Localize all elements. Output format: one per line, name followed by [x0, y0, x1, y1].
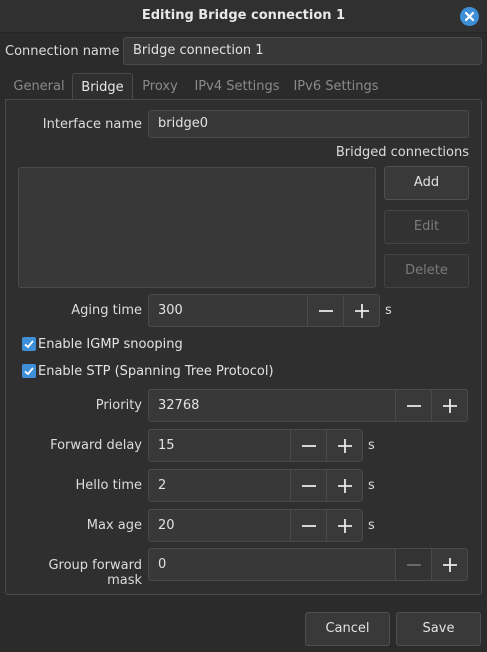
- forward-delay-unit: s: [368, 438, 375, 453]
- checkmark-icon: [24, 367, 34, 376]
- checkmark-icon: [24, 340, 34, 349]
- max-age-increment-button[interactable]: [326, 509, 363, 542]
- max-age-unit: s: [368, 518, 375, 533]
- interface-name-label: Interface name: [42, 117, 142, 132]
- minus-icon: [302, 445, 316, 447]
- tab-general[interactable]: General: [8, 73, 70, 100]
- group-forward-mask-decrement-button[interactable]: [395, 548, 432, 581]
- igmp-snooping-checkbox[interactable]: [22, 337, 36, 351]
- max-age-input[interactable]: 20: [148, 509, 291, 542]
- priority-decrement-button[interactable]: [395, 389, 432, 422]
- max-age-label: Max age: [86, 518, 142, 533]
- group-forward-mask-label: Group forward mask: [48, 558, 142, 588]
- bridged-connections-list[interactable]: [18, 167, 376, 288]
- forward-delay-input[interactable]: 15: [148, 429, 291, 462]
- tab-ipv4-settings[interactable]: IPv4 Settings: [190, 73, 284, 100]
- save-button[interactable]: Save: [396, 612, 481, 646]
- plus-icon: [443, 399, 457, 413]
- group-forward-mask-input[interactable]: 0: [148, 548, 396, 581]
- igmp-snooping-label[interactable]: Enable IGMP snooping: [38, 337, 183, 352]
- minus-icon: [407, 405, 421, 407]
- forward-delay-decrement-button[interactable]: [290, 429, 327, 462]
- hello-time-decrement-button[interactable]: [290, 469, 327, 502]
- plus-icon: [355, 304, 369, 318]
- minus-icon: [407, 564, 421, 566]
- connection-name-input[interactable]: Bridge connection 1: [123, 37, 482, 65]
- aging-time-input[interactable]: 300: [148, 294, 308, 327]
- stp-label[interactable]: Enable STP (Spanning Tree Protocol): [38, 364, 274, 379]
- forward-delay-label: Forward delay: [50, 438, 142, 453]
- max-age-decrement-button[interactable]: [290, 509, 327, 542]
- hello-time-unit: s: [368, 478, 375, 493]
- close-icon[interactable]: [460, 7, 479, 26]
- priority-label: Priority: [95, 398, 142, 413]
- group-forward-mask-increment-button[interactable]: [431, 548, 468, 581]
- add-button[interactable]: Add: [384, 166, 469, 200]
- minus-icon: [302, 525, 316, 527]
- priority-input[interactable]: 32768: [148, 389, 396, 422]
- cancel-button[interactable]: Cancel: [305, 612, 390, 646]
- aging-time-unit: s: [385, 303, 392, 318]
- tab-bridge[interactable]: Bridge: [72, 73, 133, 100]
- hello-time-increment-button[interactable]: [326, 469, 363, 502]
- interface-name-input[interactable]: bridge0: [148, 110, 469, 138]
- tab-proxy[interactable]: Proxy: [136, 73, 184, 100]
- connection-name-label: Connection name: [5, 44, 120, 59]
- hello-time-input[interactable]: 2: [148, 469, 291, 502]
- tab-ipv6-settings[interactable]: IPv6 Settings: [288, 73, 384, 100]
- stp-checkbox[interactable]: [22, 364, 36, 378]
- hello-time-label: Hello time: [75, 478, 142, 493]
- bridged-connections-label: Bridged connections: [335, 145, 469, 160]
- title-bar: Editing Bridge connection 1: [0, 0, 487, 33]
- edit-button[interactable]: Edit: [384, 210, 469, 244]
- aging-time-label: Aging time: [71, 303, 142, 318]
- plus-icon: [338, 439, 352, 453]
- minus-icon: [319, 310, 333, 312]
- forward-delay-increment-button[interactable]: [326, 429, 363, 462]
- plus-icon: [338, 479, 352, 493]
- priority-increment-button[interactable]: [431, 389, 468, 422]
- minus-icon: [302, 485, 316, 487]
- delete-button[interactable]: Delete: [384, 254, 469, 288]
- aging-time-decrement-button[interactable]: [307, 294, 344, 327]
- plus-icon: [338, 519, 352, 533]
- aging-time-increment-button[interactable]: [343, 294, 380, 327]
- plus-icon: [443, 558, 457, 572]
- window-title: Editing Bridge connection 1: [141, 8, 346, 23]
